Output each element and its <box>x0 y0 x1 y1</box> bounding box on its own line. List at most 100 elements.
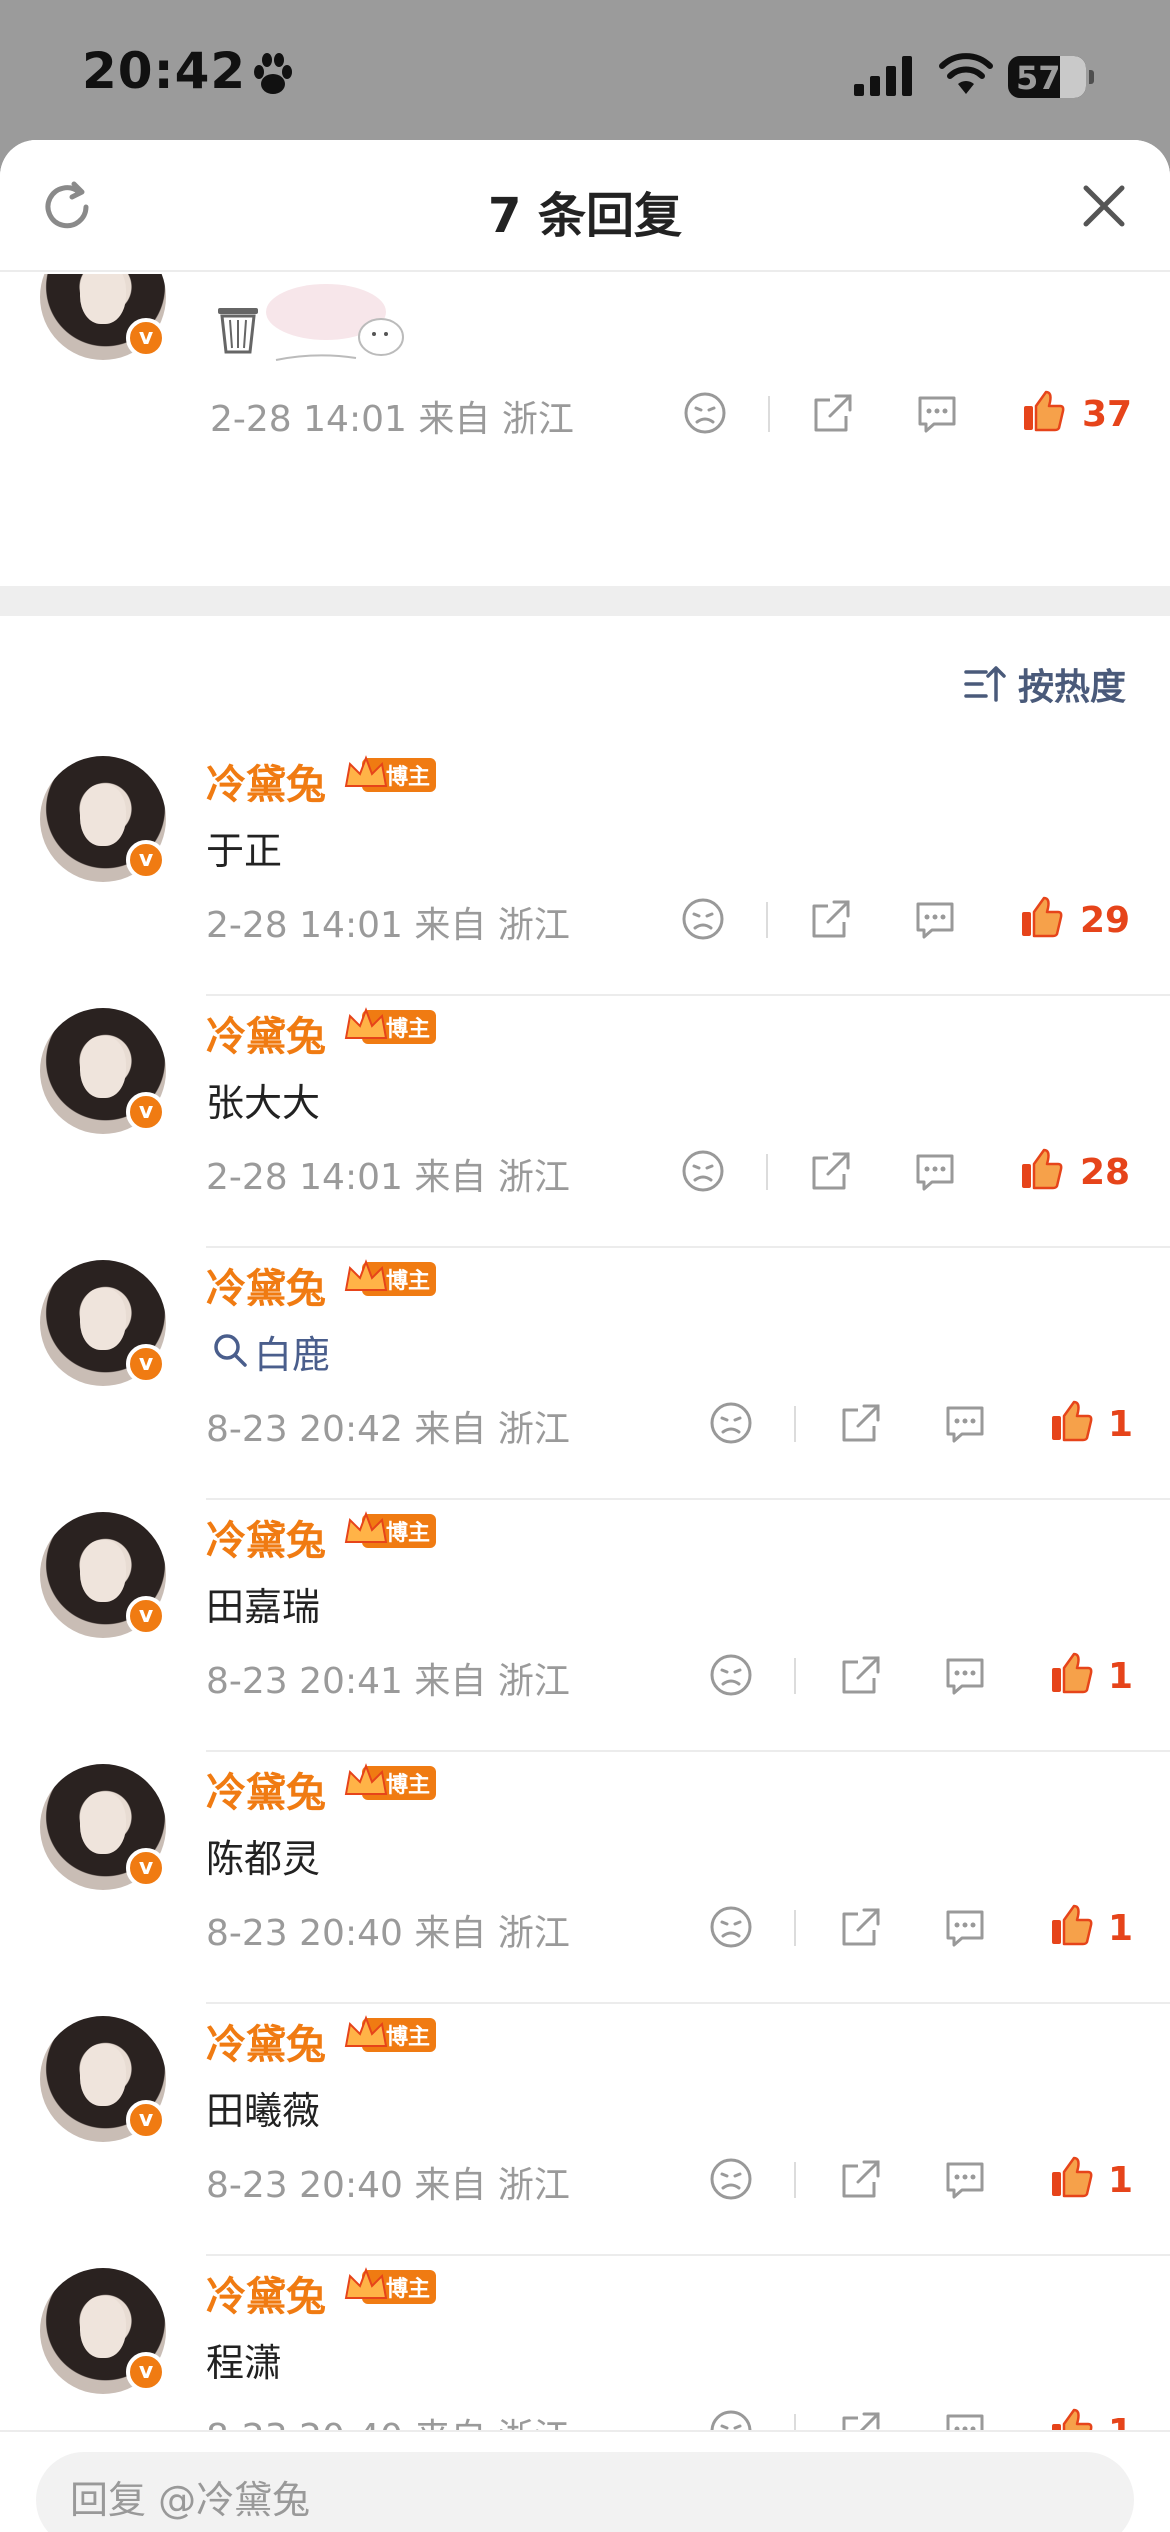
crown-badge-icon: 博主 <box>344 1511 436 1548</box>
sort-label: 按热度 <box>1018 667 1127 708</box>
sad-face-icon[interactable] <box>708 1400 754 1446</box>
avatar[interactable]: v <box>40 1764 166 1890</box>
reply-author[interactable]: 冷黛兔 <box>206 1760 326 1818</box>
verified-icon: v <box>126 1848 166 1888</box>
svg-text:博主: 博主 <box>386 1520 430 1546</box>
comment-icon[interactable] <box>942 1652 988 1698</box>
reply-item[interactable]: v 冷黛兔 博主 程潇 8-23 20:40 来自 浙江 <box>0 2256 1170 2430</box>
comment-icon[interactable] <box>942 1400 988 1446</box>
crown-badge-icon: 博主 <box>344 1259 436 1296</box>
share-icon[interactable] <box>808 1148 854 1194</box>
reply-location: 浙江 <box>497 1661 570 1702</box>
reply-text: 陈都灵 <box>206 1837 321 1881</box>
comment-icon[interactable] <box>912 1148 958 1194</box>
thumb-up-icon[interactable] <box>1048 1902 1094 1948</box>
verified-icon: v <box>126 2100 166 2140</box>
reply-location: 浙江 <box>497 1157 570 1198</box>
comment-icon[interactable] <box>942 1904 988 1950</box>
thumb-up-icon[interactable] <box>1048 2154 1094 2200</box>
signal-icon <box>854 56 912 96</box>
share-icon[interactable] <box>838 2156 884 2202</box>
share-icon[interactable] <box>838 2408 884 2430</box>
svg-text:博主: 博主 <box>386 1268 430 1294</box>
thumb-up-icon[interactable] <box>1020 388 1066 434</box>
avatar[interactable]: v <box>40 1512 166 1638</box>
like-count: 1 <box>1108 2160 1134 2201</box>
reply-author[interactable]: 冷黛兔 <box>206 1004 326 1062</box>
battery-icon: 57 <box>1008 56 1094 98</box>
thumb-up-icon[interactable] <box>1048 2406 1094 2430</box>
svg-text:博主: 博主 <box>386 1772 430 1798</box>
share-icon[interactable] <box>838 1652 884 1698</box>
like-count: 1 <box>1108 1656 1134 1697</box>
comment-icon[interactable] <box>942 2408 988 2430</box>
thumb-up-icon[interactable] <box>1048 1398 1094 1444</box>
reply-author[interactable]: 冷黛兔 <box>206 1508 326 1566</box>
sad-face-icon[interactable] <box>708 2408 754 2430</box>
sad-face-icon[interactable] <box>680 896 726 942</box>
search-icon <box>214 1334 247 1367</box>
replies-scroll-area[interactable]: v 2-28 14:01 来自 浙江 37 按热度 v 冷黛兔 博主 于正 2-… <box>0 274 1170 2430</box>
meta-row: 2-28 14:01 来自 浙江 <box>206 905 570 946</box>
search-link[interactable]: 白鹿 <box>254 1324 330 1379</box>
reply-author[interactable]: 冷黛兔 <box>206 752 326 810</box>
reply-author[interactable]: 冷黛兔 <box>206 2012 326 2070</box>
svg-text:博主: 博主 <box>386 2276 430 2302</box>
share-icon[interactable] <box>838 1904 884 1950</box>
paw-icon <box>254 53 292 94</box>
verified-icon: v <box>126 318 166 358</box>
sad-face-icon[interactable] <box>680 1148 726 1194</box>
reply-item[interactable]: v 冷黛兔 博主 白鹿 8-23 20:42 来自 浙江 1 <box>0 1248 1170 1500</box>
sad-face-icon[interactable] <box>682 390 728 436</box>
share-icon[interactable] <box>808 896 854 942</box>
battery-level: 57 <box>1016 59 1061 97</box>
reply-item[interactable]: v 冷黛兔 博主 张大大 2-28 14:01 来自 浙江 28 <box>0 996 1170 1248</box>
reply-text: 于正 <box>206 829 283 873</box>
comment-icon[interactable] <box>942 2156 988 2202</box>
avatar[interactable]: v <box>40 2268 166 2394</box>
reply-text: 张大大 <box>206 1081 321 1125</box>
sort-icon <box>964 666 1006 702</box>
status-time: 20:42 <box>82 42 247 100</box>
thumb-up-icon[interactable] <box>1018 1146 1064 1192</box>
reply-item[interactable]: v 冷黛兔 博主 田曦薇 8-23 20:40 来自 浙江 1 <box>0 2004 1170 2256</box>
meta-row: 8-23 20:41 来自 浙江 <box>206 1661 570 1702</box>
like-count: 37 <box>1082 394 1133 435</box>
thumb-up-icon[interactable] <box>1048 1650 1094 1696</box>
meta-row: 2-28 14:01 来自 浙江 <box>206 1157 570 1198</box>
reply-time: 8-23 20:40 <box>206 2417 403 2430</box>
avatar[interactable]: v <box>40 274 166 360</box>
sad-face-icon[interactable] <box>708 2156 754 2202</box>
sheet-header: 7 条回复 <box>0 140 1170 272</box>
comment-icon[interactable] <box>914 390 960 436</box>
crown-badge-icon: 博主 <box>344 1007 436 1044</box>
svg-text:博主: 博主 <box>386 764 430 790</box>
reply-input[interactable]: 回复 @冷黛兔 <box>36 2452 1134 2532</box>
reply-text: 田曦薇 <box>206 2089 321 2133</box>
avatar[interactable]: v <box>40 2016 166 2142</box>
reply-bar: 回复 @冷黛兔 <box>0 2430 1170 2532</box>
meta-row: 2-28 14:01 来自 浙江 <box>210 399 574 440</box>
sad-face-icon[interactable] <box>708 1904 754 1950</box>
close-icon[interactable] <box>1078 180 1130 232</box>
crown-badge-icon: 博主 <box>344 755 436 792</box>
thumb-up-icon[interactable] <box>1018 894 1064 940</box>
original-comment: v 2-28 14:01 来自 浙江 37 <box>0 274 1170 440</box>
verified-icon: v <box>126 1092 166 1132</box>
comment-icon[interactable] <box>912 896 958 942</box>
reply-item[interactable]: v 冷黛兔 博主 田嘉瑞 8-23 20:41 来自 浙江 1 <box>0 1500 1170 1752</box>
reply-item[interactable]: v 冷黛兔 博主 于正 2-28 14:01 来自 浙江 29 <box>0 744 1170 996</box>
reply-item[interactable]: v 冷黛兔 博主 陈都灵 8-23 20:40 来自 浙江 1 <box>0 1752 1170 2004</box>
reply-author[interactable]: 冷黛兔 <box>206 2264 326 2322</box>
like-count: 29 <box>1080 900 1131 941</box>
reply-location: 浙江 <box>497 2165 570 2206</box>
section-divider <box>0 586 1170 616</box>
avatar[interactable]: v <box>40 1260 166 1386</box>
meta-row: 8-23 20:40 来自 浙江 <box>206 2165 570 2206</box>
sad-face-icon[interactable] <box>708 1652 754 1698</box>
avatar[interactable]: v <box>40 1008 166 1134</box>
avatar[interactable]: v <box>40 756 166 882</box>
share-icon[interactable] <box>810 390 856 436</box>
reply-author[interactable]: 冷黛兔 <box>206 1256 326 1314</box>
share-icon[interactable] <box>838 1400 884 1446</box>
